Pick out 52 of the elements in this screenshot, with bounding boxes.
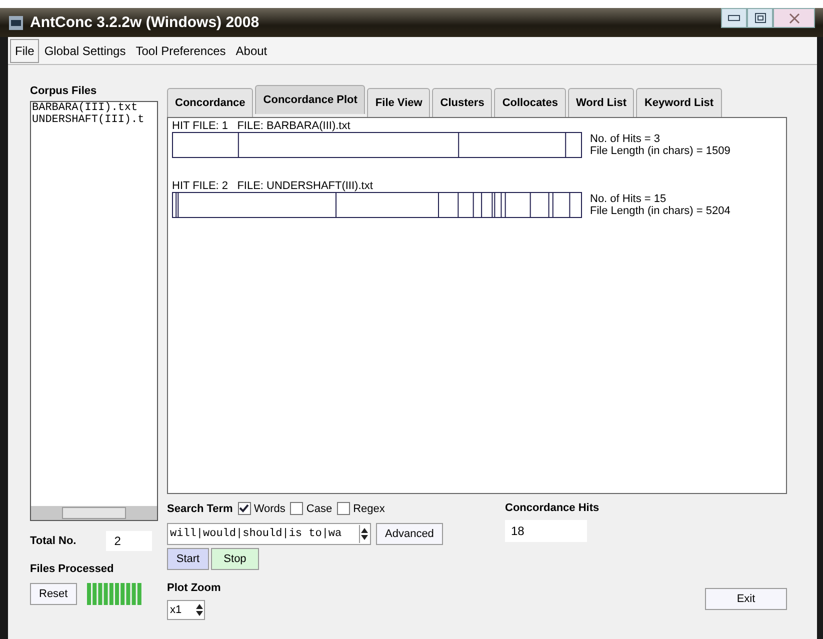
concordance-hits-label: Concordance Hits	[505, 502, 600, 514]
plot-header: HIT FILE: 2 FILE: UNDERSHAFT(III).txt	[172, 180, 374, 192]
total-value: 2	[106, 531, 152, 551]
menu-item[interactable]: Global Settings	[39, 38, 131, 62]
menu-item[interactable]: Tool Preferences	[130, 38, 231, 62]
corpus-files-label: Corpus Files	[30, 85, 98, 97]
spinner-icon[interactable]	[360, 526, 369, 542]
exit-button[interactable]: Exit	[705, 588, 787, 610]
close-button[interactable]	[773, 8, 815, 28]
hits-count: No. of Hits = 15	[590, 193, 668, 205]
reset-button[interactable]: Reset	[30, 583, 77, 605]
checkbox-label: Regex	[353, 502, 385, 514]
file-length: File Length (in chars) = 5204	[590, 205, 730, 217]
tab[interactable]: Word List	[568, 88, 634, 117]
checkbox-label: Case	[306, 502, 332, 514]
start-button[interactable]: Start	[167, 548, 209, 570]
files-processed-label: Files Processed	[30, 563, 114, 575]
checkbox-label: Words	[254, 502, 286, 514]
tab[interactable]: Concordance	[167, 88, 254, 117]
file-length: File Length (in chars) = 1509	[590, 145, 730, 157]
search-term-label: Search Term	[167, 502, 233, 514]
concordance-hits-value: 18	[505, 520, 587, 542]
hits-count: No. of Hits = 3	[590, 133, 662, 145]
file-list-item[interactable]: BARBARA(III).txt	[31, 102, 157, 114]
plot-zoom-field[interactable]: x1	[167, 600, 205, 620]
search-term-field[interactable]: will|would|should|is to|wa	[167, 523, 371, 545]
checkbox[interactable]	[337, 502, 350, 515]
minimize-icon	[728, 15, 740, 21]
spinner-icon[interactable]	[195, 602, 204, 618]
checkbox[interactable]	[238, 502, 251, 515]
maximize-icon	[754, 13, 766, 23]
menu-item[interactable]: About	[230, 38, 272, 62]
tab[interactable]: Collocates	[494, 88, 566, 117]
advanced-button[interactable]: Advanced	[376, 523, 443, 545]
stop-button[interactable]: Stop	[211, 548, 259, 570]
tab[interactable]: File View	[367, 88, 430, 117]
tab[interactable]: Concordance Plot	[255, 85, 366, 114]
tab[interactable]: Keyword List	[636, 88, 722, 117]
menu-item[interactable]: File	[10, 38, 40, 62]
plot-zoom-label: Plot Zoom	[167, 582, 221, 594]
total-label: Total No.	[30, 535, 76, 547]
tab[interactable]: Clusters	[432, 88, 492, 117]
horizontal-scrollbar[interactable]	[31, 506, 157, 520]
app-icon	[8, 14, 24, 30]
maximize-button[interactable]	[747, 8, 773, 28]
minimize-button[interactable]	[721, 8, 747, 28]
plot-header: HIT FILE: 1 FILE: BARBARA(III).txt	[172, 120, 352, 132]
window-title: AntConc 3.2.2w (Windows) 2008	[30, 14, 260, 31]
checkbox[interactable]	[290, 502, 304, 515]
progress-bar	[86, 583, 143, 605]
file-list-item[interactable]: UNDERSHAFT(III).t	[31, 114, 157, 126]
close-icon	[788, 12, 800, 24]
